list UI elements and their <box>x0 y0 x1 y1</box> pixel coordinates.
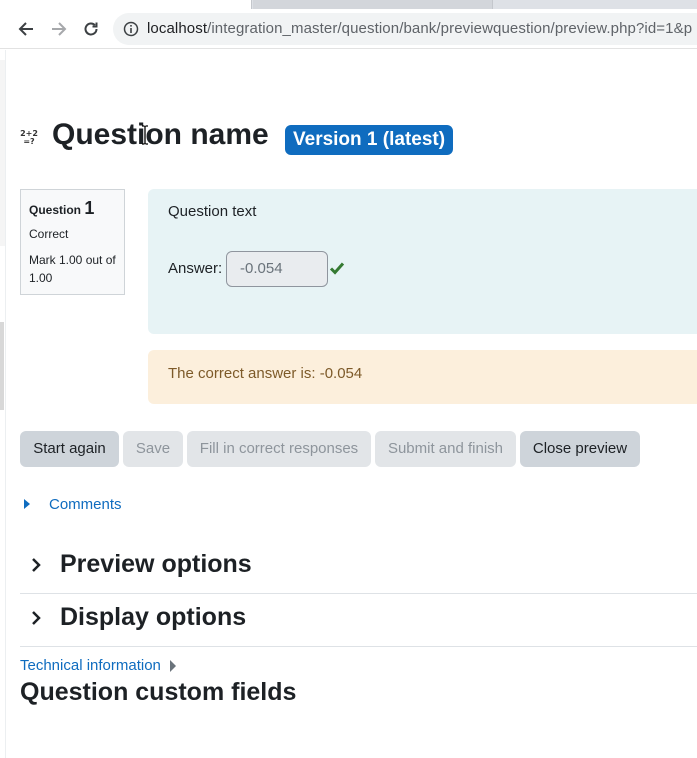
chevron-right-icon <box>30 556 44 574</box>
browser-toolbar: localhost/integration_master/question/ba… <box>0 9 697 49</box>
save-button[interactable]: Save <box>123 431 183 467</box>
caret-right-icon[interactable] <box>170 660 176 672</box>
page-left-border <box>5 50 6 758</box>
right-answer-text: The correct answer is: -0.054 <box>168 365 363 382</box>
preview-options-title[interactable]: Preview options <box>60 550 252 579</box>
preview-options-section[interactable]: Preview options <box>20 540 697 592</box>
fill-correct-responses-button[interactable]: Fill in correct responses <box>187 431 371 467</box>
question-text: Question text <box>168 203 257 220</box>
feedback-box: The correct answer is: -0.054 <box>148 350 697 404</box>
question-formulation: Question text Answer: -0.054 <box>148 189 697 334</box>
question-number-value: 1 <box>84 198 95 218</box>
text-cursor-icon <box>140 125 150 145</box>
correct-check-icon <box>329 260 345 276</box>
browser-tab-strip <box>0 0 697 9</box>
forward-icon[interactable] <box>47 17 71 41</box>
page-title: Question name <box>52 118 269 151</box>
question-state: Correct <box>29 227 69 241</box>
answer-label: Answer: <box>168 260 223 277</box>
browser-tab[interactable] <box>253 0 493 9</box>
back-icon[interactable] <box>14 17 38 41</box>
question-info-box: Question 1 Correct Mark 1.00 out of 1.00 <box>20 189 125 295</box>
custom-fields-heading: Question custom fields <box>20 678 297 706</box>
start-again-button[interactable]: Start again <box>20 431 119 467</box>
question-icon-bottom: =? <box>23 137 35 146</box>
chevron-right-icon <box>30 609 44 627</box>
section-divider <box>20 646 697 647</box>
question-number: Question 1 <box>29 198 116 219</box>
answer-input[interactable]: -0.054 <box>226 251 328 287</box>
url-path: /integration_master/question/bank/previe… <box>207 20 693 37</box>
question-number-label: Question <box>29 203 82 217</box>
url-host: localhost <box>147 20 208 37</box>
numerical-question-icon: 2+2 =? <box>20 130 38 146</box>
reload-icon[interactable] <box>79 17 103 41</box>
submit-and-finish-button[interactable]: Submit and finish <box>375 431 516 467</box>
question-grade: Mark 1.00 out of 1.00 <box>29 253 116 285</box>
close-preview-button[interactable]: Close preview <box>520 431 640 467</box>
version-badge: Version 1 (latest) <box>285 125 454 155</box>
display-options-section[interactable]: Display options <box>20 593 697 645</box>
address-bar[interactable]: localhost/integration_master/question/ba… <box>113 13 697 45</box>
technical-information-link[interactable]: Technical information <box>20 657 161 674</box>
browser-tab-active[interactable] <box>0 0 252 9</box>
info-icon[interactable] <box>123 21 139 37</box>
display-options-title[interactable]: Display options <box>60 603 246 632</box>
caret-right-icon <box>24 499 30 509</box>
url-text: localhost/integration_master/question/ba… <box>147 20 692 37</box>
left-scroll-handle[interactable] <box>0 322 4 410</box>
comments-label[interactable]: Comments <box>49 496 122 513</box>
left-gutter-shade <box>0 60 5 246</box>
